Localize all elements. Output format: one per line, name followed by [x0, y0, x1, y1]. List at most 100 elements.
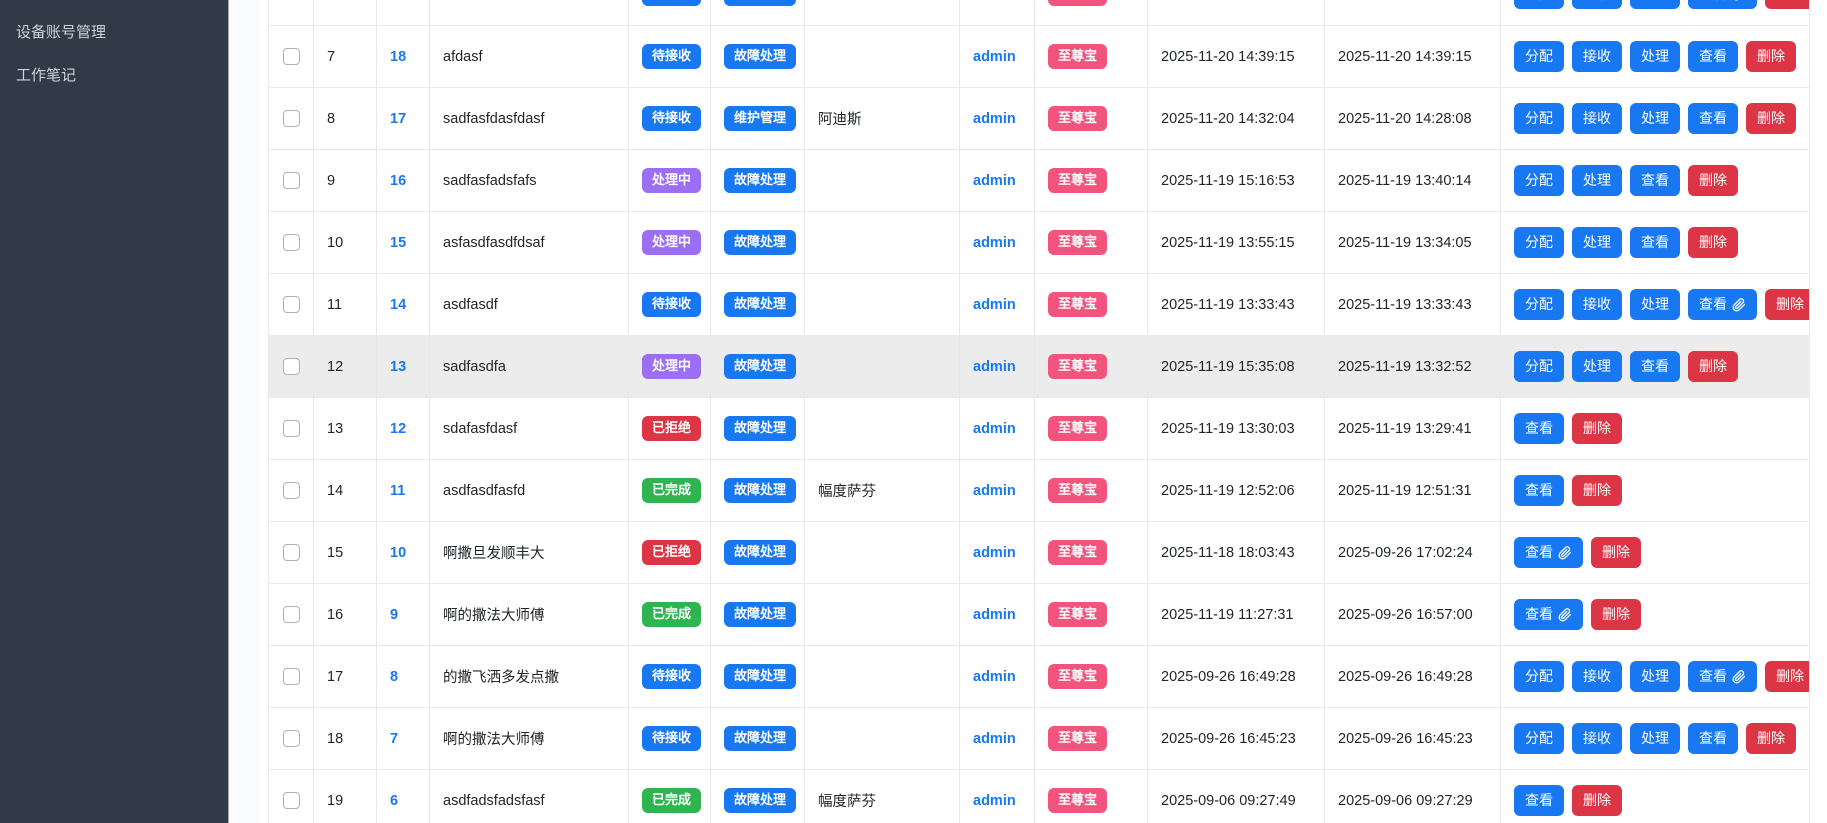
ticket-id-link[interactable]: 9 — [390, 607, 398, 623]
view-button[interactable]: 查看 — [1630, 351, 1680, 381]
row-checkbox[interactable] — [283, 544, 300, 561]
ticket-id-link[interactable]: 13 — [390, 359, 406, 375]
ticket-id-link[interactable]: 11 — [390, 483, 405, 499]
handle-button[interactable]: 处理 — [1630, 661, 1680, 691]
delete-button[interactable]: 删除 — [1591, 537, 1641, 567]
assignee-link[interactable]: admin — [973, 545, 1016, 561]
assign-button[interactable]: 分配 — [1514, 41, 1564, 71]
assign-button[interactable]: 分配 — [1514, 351, 1564, 381]
assign-button[interactable]: 分配 — [1514, 723, 1564, 753]
delete-button[interactable]: 删除 — [1572, 413, 1622, 443]
row-checkbox[interactable] — [283, 172, 300, 189]
view-button[interactable]: 查看 — [1514, 785, 1564, 815]
assign-button[interactable]: 分配 — [1514, 227, 1564, 257]
view-button[interactable]: 查看 — [1688, 723, 1738, 753]
view-button[interactable]: 查看 — [1688, 103, 1738, 133]
handle-button[interactable]: 处理 — [1630, 289, 1680, 319]
ticket-id-link[interactable]: 15 — [390, 235, 406, 251]
assign-button-label: 分配 — [1525, 729, 1553, 747]
sidebar-item-work-notes[interactable]: 工作笔记 — [0, 53, 228, 96]
receive-button[interactable]: 接收 — [1572, 41, 1622, 71]
assignee-link[interactable]: admin — [973, 483, 1016, 499]
view-button[interactable]: 查看 — [1688, 0, 1757, 9]
ticket-id-link[interactable]: 18 — [390, 49, 406, 65]
row-checkbox[interactable] — [283, 48, 300, 65]
handle-button[interactable]: 处理 — [1630, 723, 1680, 753]
assign-button[interactable]: 分配 — [1514, 289, 1564, 319]
receive-button[interactable]: 接收 — [1572, 103, 1622, 133]
view-button[interactable]: 查看 — [1514, 537, 1583, 567]
delete-button[interactable]: 删除 — [1688, 351, 1738, 381]
ticket-id-link[interactable]: 12 — [390, 421, 406, 437]
type-cell: 故障处理 — [711, 398, 805, 459]
receive-button[interactable]: 接收 — [1572, 723, 1622, 753]
handle-button[interactable]: 处理 — [1630, 41, 1680, 71]
receive-button[interactable]: 接收 — [1572, 661, 1622, 691]
row-checkbox[interactable] — [283, 792, 300, 809]
view-button[interactable]: 查看 — [1514, 413, 1564, 443]
sidebar-item-device-account-management[interactable]: 设备账号管理 — [0, 10, 228, 53]
ticket-id-link[interactable]: 10 — [390, 545, 406, 561]
handle-button[interactable]: 处理 — [1572, 227, 1622, 257]
delete-button[interactable]: 删除 — [1688, 227, 1738, 257]
delete-button[interactable]: 删除 — [1572, 475, 1622, 505]
view-button[interactable]: 查看 — [1514, 475, 1564, 505]
view-button[interactable]: 查看 — [1688, 41, 1738, 71]
delete-button[interactable]: 删除 — [1746, 103, 1796, 133]
ticket-id-link[interactable]: 8 — [390, 669, 398, 685]
assignee-link[interactable]: admin — [973, 235, 1016, 251]
delete-button[interactable]: 删除 — [1688, 165, 1738, 195]
ticket-id-link[interactable]: 14 — [390, 297, 406, 313]
row-checkbox[interactable] — [283, 296, 300, 313]
delete-button[interactable]: 删除 — [1746, 723, 1796, 753]
assignee-link[interactable]: admin — [973, 297, 1016, 313]
assignee-link[interactable]: admin — [973, 793, 1016, 809]
row-checkbox[interactable] — [283, 110, 300, 127]
assign-button[interactable]: 分配 — [1514, 661, 1564, 691]
assignee-link[interactable]: admin — [973, 173, 1016, 189]
description-text — [805, 26, 960, 87]
row-checkbox[interactable] — [283, 606, 300, 623]
row-checkbox[interactable] — [283, 668, 300, 685]
ticket-id-link[interactable]: 17 — [390, 111, 406, 127]
assignee-link[interactable]: admin — [973, 359, 1016, 375]
assignee-link[interactable]: admin — [973, 731, 1016, 747]
delete-button[interactable]: 删除 — [1765, 661, 1809, 691]
delete-button[interactable]: 删除 — [1765, 289, 1809, 319]
receive-button[interactable]: 接收 — [1572, 0, 1622, 9]
receive-button[interactable]: 接收 — [1572, 289, 1622, 319]
assignee-link[interactable]: admin — [973, 607, 1016, 623]
delete-button[interactable]: 删除 — [1591, 599, 1641, 629]
row-checkbox[interactable] — [283, 420, 300, 437]
assign-button[interactable]: 分配 — [1514, 103, 1564, 133]
delete-button[interactable]: 删除 — [1572, 785, 1622, 815]
handle-button[interactable]: 处理 — [1572, 165, 1622, 195]
updated-time: 2025-11-19 13:34:05 — [1325, 212, 1501, 273]
view-button[interactable]: 查看 — [1688, 289, 1757, 319]
type-badge: 故障处理 — [724, 168, 796, 192]
handle-button[interactable]: 处理 — [1572, 351, 1622, 381]
handle-button[interactable]: 处理 — [1630, 0, 1680, 9]
view-button[interactable]: 查看 — [1630, 227, 1680, 257]
assignee-link[interactable]: admin — [973, 0, 1016, 2]
row-checkbox[interactable] — [283, 730, 300, 747]
handle-button[interactable]: 处理 — [1630, 103, 1680, 133]
ticket-id-link[interactable]: 16 — [390, 173, 406, 189]
ticket-id-link[interactable]: 7 — [390, 731, 398, 747]
row-checkbox[interactable] — [283, 234, 300, 251]
view-button[interactable]: 查看 — [1688, 661, 1757, 691]
assignee-link[interactable]: admin — [973, 49, 1016, 65]
view-button[interactable]: 查看 — [1514, 599, 1583, 629]
row-checkbox[interactable] — [283, 482, 300, 499]
delete-button[interactable]: 删除 — [1746, 41, 1796, 71]
row-checkbox[interactable] — [283, 358, 300, 375]
delete-button[interactable]: 删除 — [1765, 0, 1809, 9]
table-row: 1114asdfasdf待接收故障处理admin至尊宝2025-11-19 13… — [269, 274, 1809, 336]
view-button[interactable]: 查看 — [1630, 165, 1680, 195]
ticket-id-link[interactable]: 6 — [390, 793, 398, 809]
assign-button[interactable]: 分配 — [1514, 0, 1564, 9]
assignee-link[interactable]: admin — [973, 111, 1016, 127]
assignee-link[interactable]: admin — [973, 669, 1016, 685]
assignee-link[interactable]: admin — [973, 421, 1016, 437]
assign-button[interactable]: 分配 — [1514, 165, 1564, 195]
